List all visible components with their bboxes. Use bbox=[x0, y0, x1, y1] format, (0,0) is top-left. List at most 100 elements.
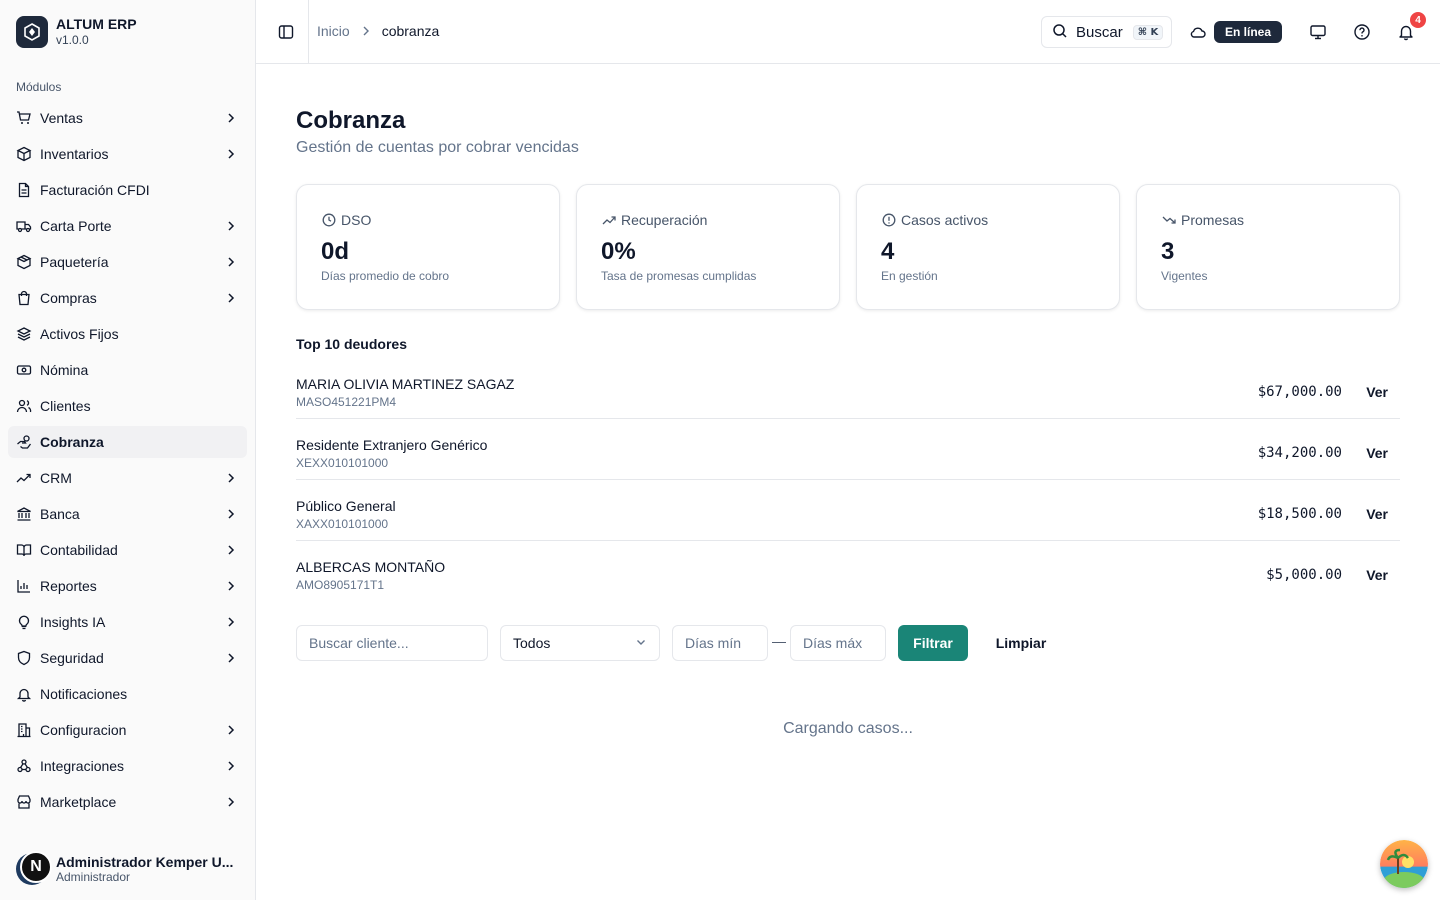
assistant-avatar-button[interactable] bbox=[1380, 840, 1428, 888]
sidebar-item-marketplace[interactable]: Marketplace bbox=[8, 786, 247, 818]
sidebar-item-configuracion[interactable]: Configuracion bbox=[8, 714, 247, 746]
view-debtor-button[interactable]: Ver bbox=[1366, 567, 1388, 583]
filter-button[interactable]: Filtrar bbox=[898, 625, 968, 661]
sidebar-item-compras[interactable]: Compras bbox=[8, 282, 247, 314]
user-name: Administrador Kemper U... bbox=[56, 854, 234, 870]
sidebar-item-contabilidad[interactable]: Contabilidad bbox=[8, 534, 247, 566]
search-shortcut: ⌘ K bbox=[1132, 24, 1164, 40]
cloud-icon bbox=[1188, 22, 1208, 42]
list-item: Público General XAXX010101000 $18,500.00… bbox=[296, 480, 1400, 541]
debtor-rfc: MASO451221PM4 bbox=[296, 395, 397, 409]
sidebar-item-label: Ventas bbox=[40, 110, 83, 126]
sidebar-item-label: Marketplace bbox=[40, 794, 117, 810]
range-separator: — bbox=[772, 633, 786, 649]
days-max-input[interactable] bbox=[790, 625, 886, 661]
trending-up-icon bbox=[16, 470, 32, 486]
sidebar-item-ventas[interactable]: Ventas bbox=[8, 102, 247, 134]
view-debtor-button[interactable]: Ver bbox=[1366, 445, 1388, 461]
debtor-amount: $5,000.00 bbox=[1266, 567, 1342, 583]
book-open-icon bbox=[16, 542, 32, 558]
package-icon bbox=[16, 254, 32, 270]
sidebar-item-inventarios[interactable]: Inventarios bbox=[8, 138, 247, 170]
debtor-name: Público General bbox=[296, 498, 396, 514]
app-version: v1.0.0 bbox=[56, 33, 89, 47]
sidebar-item-label: Integraciones bbox=[40, 758, 125, 774]
sidebar-item-crm[interactable]: CRM bbox=[8, 462, 247, 494]
chevron-right-icon bbox=[223, 146, 239, 162]
sidebar-item-label: Seguridad bbox=[40, 650, 104, 666]
kpi-value: 0% bbox=[601, 238, 636, 265]
document-icon bbox=[16, 182, 32, 198]
building-icon bbox=[16, 722, 32, 738]
debtor-name: Residente Extranjero Genérico bbox=[296, 437, 488, 453]
debtor-rfc: XAXX010101000 bbox=[296, 517, 389, 531]
client-search-input[interactable] bbox=[296, 625, 488, 661]
status-select[interactable]: Todos bbox=[500, 625, 660, 661]
user-profile[interactable]: N Administrador Kemper U... Administrado… bbox=[0, 838, 255, 900]
debtor-rfc: XEXX010101000 bbox=[296, 456, 389, 470]
chevron-right-icon bbox=[223, 758, 239, 774]
sidebar-item-carta-porte[interactable]: Carta Porte bbox=[8, 210, 247, 242]
sidebar-item-label: Nómina bbox=[40, 362, 89, 378]
sidebar-item-label: Insights IA bbox=[40, 614, 106, 630]
trending-up-icon bbox=[601, 212, 617, 228]
shopping-bag-icon bbox=[16, 290, 32, 306]
chevron-right-icon bbox=[223, 218, 239, 234]
sidebar-item-nomina[interactable]: Nómina bbox=[8, 354, 247, 386]
sidebar-item-activos-fijos[interactable]: Activos Fijos bbox=[8, 318, 247, 350]
kpi-subtitle: Tasa de promesas cumplidas bbox=[601, 269, 757, 283]
sidebar-item-label: Activos Fijos bbox=[40, 326, 119, 342]
sidebar-toggle-icon[interactable] bbox=[276, 22, 296, 42]
global-search-button[interactable]: Buscar ⌘ K bbox=[1041, 16, 1172, 48]
sidebar-nav: Ventas Inventarios Facturación CFDI Carta P… bbox=[8, 102, 247, 822]
sidebar-item-facturacion-cfdi[interactable]: Facturación CFDI bbox=[8, 174, 247, 206]
sidebar-item-notificaciones[interactable]: Notificaciones bbox=[8, 678, 247, 710]
sidebar-item-cobranza[interactable]: Cobranza bbox=[8, 426, 247, 458]
chevron-right-icon bbox=[223, 542, 239, 558]
clear-filters-button[interactable]: Limpiar bbox=[982, 625, 1060, 661]
sidebar-item-reportes[interactable]: Reportes bbox=[8, 570, 247, 602]
avatar-initial: N bbox=[20, 851, 52, 883]
avatar: N bbox=[16, 851, 52, 885]
chevron-right-icon bbox=[223, 506, 239, 522]
sidebar-item-label: Compras bbox=[40, 290, 97, 306]
kpi-value: 4 bbox=[881, 238, 895, 265]
sidebar-item-label: Clientes bbox=[40, 398, 91, 414]
search-label: Buscar bbox=[1076, 23, 1123, 41]
webhook-icon bbox=[16, 758, 32, 774]
sidebar-item-integraciones[interactable]: Integraciones bbox=[8, 750, 247, 782]
banknote-icon bbox=[16, 362, 32, 378]
brand[interactable]: ALTUM ERP v1.0.0 bbox=[16, 16, 137, 48]
bank-icon bbox=[16, 506, 32, 522]
view-debtor-button[interactable]: Ver bbox=[1366, 384, 1388, 400]
top-header: Inicio cobranza Buscar ⌘ K En línea 4 bbox=[256, 0, 1440, 64]
sidebar-item-banca[interactable]: Banca bbox=[8, 498, 247, 530]
sidebar-item-label: Cobranza bbox=[40, 434, 104, 450]
sidebar-item-seguridad[interactable]: Seguridad bbox=[8, 642, 247, 674]
top-debtors-list: MARIA OLIVIA MARTINEZ SAGAZ MASO451221PM… bbox=[296, 358, 1400, 602]
breadcrumb-home-link[interactable]: Inicio bbox=[317, 23, 350, 39]
app-name: ALTUM ERP bbox=[56, 16, 137, 32]
monitor-icon[interactable] bbox=[1308, 22, 1328, 42]
sidebar-item-paqueteria[interactable]: Paquetería bbox=[8, 246, 247, 278]
status-select-value: Todos bbox=[513, 635, 551, 651]
alert-circle-icon bbox=[881, 212, 897, 228]
kpi-subtitle: Días promedio de cobro bbox=[321, 269, 450, 283]
days-min-input[interactable] bbox=[672, 625, 768, 661]
help-circle-icon[interactable] bbox=[1352, 22, 1372, 42]
sidebar-item-label: Contabilidad bbox=[40, 542, 118, 558]
sidebar-item-label: Paquetería bbox=[40, 254, 109, 270]
sidebar-item-insights-ia[interactable]: Insights IA bbox=[8, 606, 247, 638]
list-item: ALBERCAS MONTAÑO AMO8905171T1 $5,000.00 … bbox=[296, 541, 1400, 602]
kpi-subtitle: Vigentes bbox=[1161, 269, 1208, 283]
debtor-amount: $18,500.00 bbox=[1257, 506, 1342, 522]
sidebar-item-label: Configuracion bbox=[40, 722, 127, 738]
kpi-card-promesas: Promesas 3 Vigentes bbox=[1136, 184, 1400, 310]
sidebar-item-clientes[interactable]: Clientes bbox=[8, 390, 247, 422]
lightbulb-icon bbox=[16, 614, 32, 630]
box-icon bbox=[16, 146, 32, 162]
view-debtor-button[interactable]: Ver bbox=[1366, 506, 1388, 522]
users-icon bbox=[16, 398, 32, 414]
layers-icon bbox=[16, 326, 32, 342]
kpi-card-recuperacion: Recuperación 0% Tasa de promesas cumplid… bbox=[576, 184, 840, 310]
